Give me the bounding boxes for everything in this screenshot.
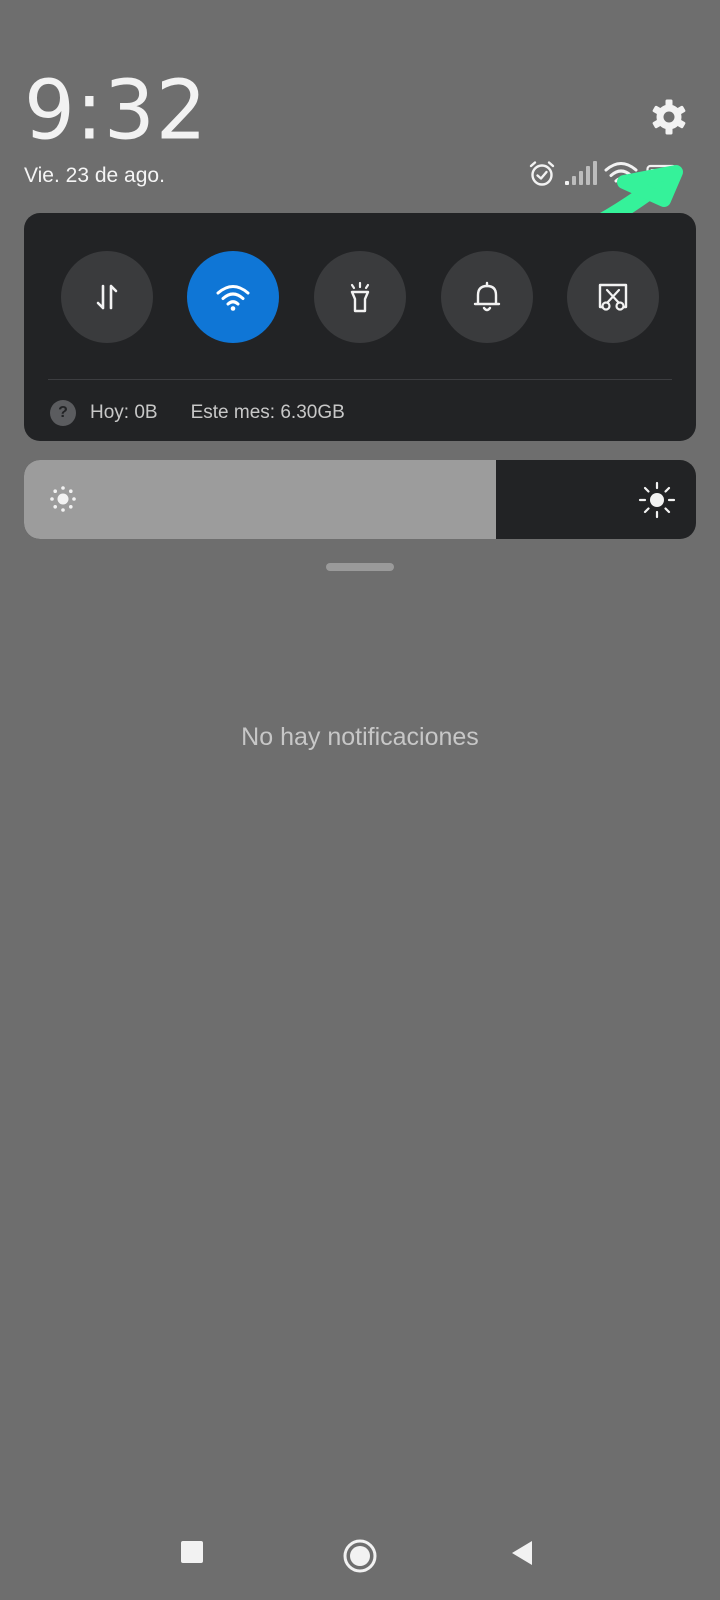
wifi-icon — [216, 285, 250, 311]
flashlight-icon — [350, 281, 370, 313]
toggle-sound[interactable] — [441, 251, 533, 343]
bell-icon — [473, 281, 501, 312]
data-arrows-icon — [96, 284, 118, 310]
date-label: Vie. 23 de ago. — [24, 164, 165, 187]
recents-square-icon[interactable] — [180, 1540, 204, 1564]
data-usage-today: Hoy: 0B — [90, 402, 158, 423]
toggle-mobile-data[interactable] — [61, 251, 153, 343]
question-icon: ? — [50, 400, 76, 426]
back-triangle-icon[interactable] — [510, 1540, 534, 1566]
panel-divider — [48, 379, 672, 380]
data-usage-row[interactable]: ? Hoy: 0B Este mes: 6.30GB — [50, 399, 345, 427]
data-usage-month: Este mes: 6.30GB — [190, 402, 345, 423]
brightness-fill — [24, 460, 497, 539]
drag-handle[interactable] — [326, 563, 394, 571]
scissors-screen-icon — [598, 283, 628, 311]
clock-time: 9:32 — [24, 63, 208, 158]
brightness-low-icon — [50, 486, 76, 512]
quick-settings-panel: ? Hoy: 0B Este mes: 6.30GB — [24, 213, 696, 441]
gear-icon[interactable] — [650, 98, 688, 136]
toggle-wifi[interactable] — [187, 251, 279, 343]
empty-notifications-message: No hay notificaciones — [241, 723, 479, 751]
toggle-screenshot[interactable] — [567, 251, 659, 343]
brightness-slider[interactable] — [24, 460, 696, 539]
brightness-high-icon — [638, 481, 676, 519]
home-circle-icon[interactable] — [342, 1538, 378, 1574]
toggle-flashlight[interactable] — [314, 251, 406, 343]
